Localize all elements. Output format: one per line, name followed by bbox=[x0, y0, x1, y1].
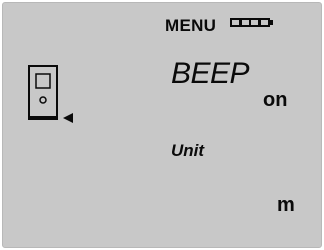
device-measure-rear-reference-icon bbox=[28, 65, 73, 123]
device-button bbox=[39, 96, 47, 104]
device-rear-edge bbox=[28, 116, 58, 120]
unit-label: Unit bbox=[171, 141, 205, 160]
battery-cell bbox=[251, 20, 259, 25]
reference-arrow-icon bbox=[63, 113, 73, 123]
battery-icon bbox=[230, 17, 275, 28]
unit-value: m bbox=[277, 194, 295, 216]
beep-label: BEEP bbox=[171, 57, 250, 90]
device-screen bbox=[35, 73, 51, 89]
lcd-display: MENU BEEP on Unit m bbox=[2, 2, 322, 248]
battery-cell bbox=[241, 20, 249, 25]
menu-title: MENU bbox=[165, 16, 217, 35]
battery-cell bbox=[260, 20, 268, 25]
beep-value: on bbox=[263, 89, 288, 111]
battery-cell bbox=[232, 20, 239, 25]
battery-body bbox=[230, 18, 270, 27]
battery-tip bbox=[270, 20, 273, 25]
